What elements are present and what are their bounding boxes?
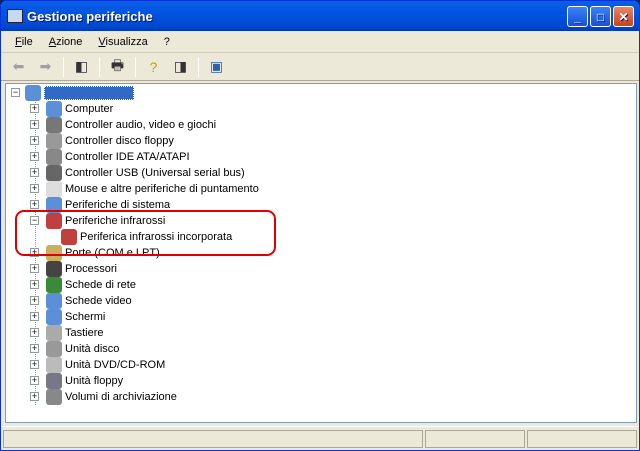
close-button[interactable]: ✕ [613, 6, 634, 27]
tree-item[interactable]: Schermi [46, 309, 105, 325]
maximize-button[interactable]: □ [590, 6, 611, 27]
separator [198, 56, 199, 77]
device-category-icon [46, 325, 62, 341]
expand-toggle[interactable]: + [30, 120, 39, 129]
tree-item[interactable]: Schede video [46, 293, 132, 309]
device-category-icon [46, 373, 62, 389]
category-label: Controller audio, video e giochi [65, 119, 217, 131]
expand-toggle[interactable]: + [30, 104, 39, 113]
device-category-icon [46, 101, 62, 117]
device-category-icon [46, 149, 62, 165]
print-icon[interactable]: 🖶 [106, 56, 129, 78]
computer-icon [7, 9, 23, 23]
expand-toggle[interactable]: + [30, 312, 39, 321]
category-label: Schermi [65, 311, 106, 323]
show-hide-action-pane-icon[interactable]: ◨ [169, 56, 192, 78]
expand-toggle[interactable]: + [30, 376, 39, 385]
category-label: Controller disco floppy [65, 135, 174, 147]
toolbar: ⬅ ➡ ◧ 🖶 ? ◨ ▣ [1, 53, 639, 81]
tree-item[interactable]: Unità floppy [46, 373, 123, 389]
tree-item[interactable]: Computer [46, 101, 113, 117]
device-category-icon [46, 181, 62, 197]
expand-toggle[interactable]: + [30, 200, 39, 209]
category-label: Unità disco [65, 343, 120, 355]
category-label: Unità DVD/CD-ROM [65, 359, 166, 371]
category-label: Computer [65, 103, 114, 115]
tree-item[interactable]: Controller USB (Universal serial bus) [46, 165, 245, 181]
root-computer-name [44, 86, 134, 100]
menu-azione[interactable]: Azione [41, 36, 91, 48]
properties-help-icon[interactable]: ? [142, 56, 165, 78]
forward-icon[interactable]: ➡ [34, 56, 57, 78]
category-label: Mouse e altre periferiche di puntamento [65, 183, 259, 195]
category-label: Volumi di archiviazione [65, 391, 177, 403]
expand-toggle[interactable]: + [30, 136, 39, 145]
device-category-icon [46, 277, 62, 293]
tree-item[interactable]: Schede di rete [46, 277, 136, 293]
status-pane [3, 430, 423, 448]
expand-toggle[interactable]: + [30, 328, 39, 337]
category-label: Tastiere [65, 327, 104, 339]
device-category-icon [46, 133, 62, 149]
expand-toggle[interactable]: + [30, 392, 39, 401]
device-category-icon [46, 309, 62, 325]
category-label: Schede video [65, 295, 132, 307]
separator [99, 56, 100, 77]
device-category-icon [46, 341, 62, 357]
device-category-icon [46, 165, 62, 181]
menu-help[interactable]: ? [156, 36, 178, 48]
category-label: Controller IDE ATA/ATAPI [65, 151, 190, 163]
device-category-icon [46, 357, 62, 373]
expand-toggle[interactable]: + [30, 296, 39, 305]
red-highlight-annotation [15, 210, 276, 256]
show-hide-tree-icon[interactable]: ◧ [70, 56, 93, 78]
expand-toggle[interactable]: + [30, 360, 39, 369]
status-bar [1, 426, 639, 450]
collapse-toggle[interactable]: − [11, 88, 20, 97]
tree-item[interactable]: Mouse e altre periferiche di puntamento [46, 181, 259, 197]
menu-visualizza[interactable]: Visualizza [90, 36, 155, 48]
tree-item[interactable]: Processori [46, 261, 117, 277]
back-icon[interactable]: ⬅ [7, 56, 30, 78]
device-category-icon [46, 117, 62, 133]
tree-item[interactable]: Controller audio, video e giochi [46, 117, 216, 133]
tree-item[interactable]: Unità disco [46, 341, 119, 357]
separator [135, 56, 136, 77]
computer-icon [25, 85, 41, 101]
device-manager-window: Gestione periferiche _ □ ✕ File Azione V… [0, 0, 640, 451]
expand-toggle[interactable]: + [30, 264, 39, 273]
expand-toggle[interactable]: + [30, 184, 39, 193]
expand-toggle[interactable]: + [30, 168, 39, 177]
category-label: Unità floppy [65, 375, 124, 387]
device-category-icon [46, 293, 62, 309]
category-label: Schede di rete [65, 279, 136, 291]
menu-file[interactable]: File [7, 36, 41, 48]
tree-item[interactable]: Controller disco floppy [46, 133, 174, 149]
tree-item[interactable]: Unità DVD/CD-ROM [46, 357, 165, 373]
device-category-icon [46, 261, 62, 277]
tree-root[interactable] [25, 85, 134, 101]
category-label: Processori [65, 263, 117, 275]
status-pane [527, 430, 637, 448]
minimize-button[interactable]: _ [567, 6, 588, 27]
tree-item[interactable]: Volumi di archiviazione [46, 389, 177, 405]
menu-bar: File Azione Visualizza ? [1, 31, 639, 53]
tree-item[interactable]: Tastiere [46, 325, 104, 341]
expand-toggle[interactable]: + [30, 152, 39, 161]
device-category-icon [46, 389, 62, 405]
expand-toggle[interactable]: + [30, 344, 39, 353]
status-pane [425, 430, 525, 448]
separator [63, 56, 64, 77]
category-label: Controller USB (Universal serial bus) [65, 167, 245, 179]
window-title: Gestione periferiche [27, 8, 153, 24]
tree-item[interactable]: Controller IDE ATA/ATAPI [46, 149, 190, 165]
expand-toggle[interactable]: + [30, 280, 39, 289]
title-bar: Gestione periferiche _ □ ✕ [1, 1, 639, 31]
scan-hardware-icon[interactable]: ▣ [205, 56, 228, 78]
